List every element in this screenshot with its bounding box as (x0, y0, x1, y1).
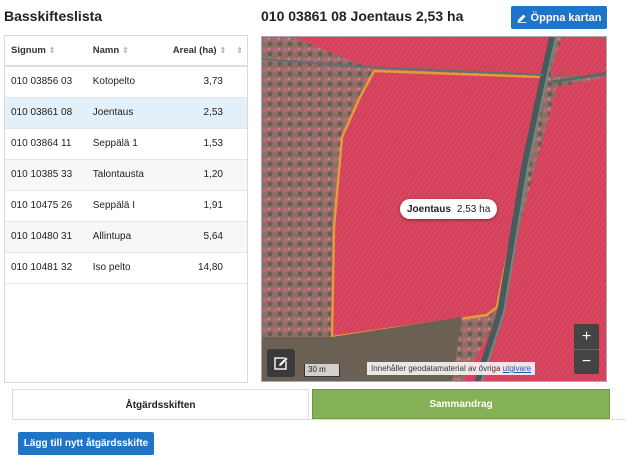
cell-name: Talontausta (86, 159, 158, 191)
cell-area: 1,53 (157, 128, 247, 160)
cell-name: Kotopelto (86, 66, 158, 98)
tab-bar: Åtgärdsskiften Sammandrag (12, 389, 610, 420)
parcel-tooltip: Joentaus 2,53 ha (400, 199, 498, 219)
cell-signum: 010 10475 26 (5, 190, 87, 222)
table-row[interactable]: 010 10481 32 Iso pelto 14,80 (5, 252, 247, 284)
tooltip-area: 2,53 ha (456, 203, 491, 215)
column-header-area[interactable]: Areal (ha) ⇕ ⇕ (157, 36, 247, 67)
column-header-signum[interactable]: Signum ⇕ (5, 36, 87, 67)
table-row[interactable]: 010 03864 11 Seppälä 1 1,53 (5, 128, 247, 160)
cell-area: 5,64 (157, 221, 247, 253)
cell-signum: 010 03864 11 (5, 128, 87, 160)
cell-signum: 010 03861 08 (5, 97, 87, 129)
sort-icon: ⇕ (122, 46, 129, 55)
add-action-parcel-button[interactable]: Lägg till nytt åtgärdsskifte (18, 432, 154, 455)
sort-icon: ⇕ (236, 46, 243, 55)
tooltip-name: Joentaus (407, 203, 451, 215)
detail-title: 010 03861 08 Joentaus 2,53 ha (261, 8, 464, 24)
parcel-table: Signum ⇕ Namn ⇕ Areal (ha) ⇕ ⇕ 010 03856 03 K… (4, 35, 248, 383)
edit-icon (274, 356, 289, 370)
cell-area: 2,53 (157, 97, 247, 129)
open-map-button[interactable]: Öppna kartan (511, 6, 607, 29)
table-row[interactable]: 010 10480 31 Allintupa 5,64 (5, 221, 247, 253)
cell-signum: 010 03856 03 (5, 66, 87, 98)
zoom-in-button[interactable]: + (574, 324, 599, 349)
table-row[interactable]: 010 03856 03 Kotopelto 3,73 (5, 66, 247, 98)
cell-area: 1,91 (157, 190, 247, 222)
column-header-name[interactable]: Namn ⇕ (86, 36, 158, 67)
table-row[interactable]: 010 10385 33 Talontausta 1,20 (5, 159, 247, 191)
cell-name: Iso pelto (86, 252, 158, 284)
tab-summary[interactable]: Sammandrag (312, 389, 610, 419)
scale-bar: 30 m (304, 364, 340, 377)
cell-name: Seppälä 1 (86, 128, 158, 160)
edit-icon (517, 14, 527, 23)
tab-actions[interactable]: Åtgärdsskiften (12, 389, 309, 420)
zoom-control: + − (574, 324, 599, 374)
list-title: Basskifteslista (4, 8, 103, 24)
cell-name: Seppälä I (86, 190, 158, 222)
cell-signum: 010 10481 32 (5, 252, 87, 284)
open-map-label: Öppna kartan (530, 11, 602, 24)
draw-edit-button[interactable] (267, 349, 295, 377)
cell-area: 14,80 (157, 252, 247, 284)
cell-area: 1,20 (157, 159, 247, 191)
table-row[interactable]: 010 03861 08 Joentaus 2,53 (5, 97, 247, 129)
zoom-out-button[interactable]: − (574, 349, 599, 374)
cell-name: Allintupa (86, 221, 158, 253)
cell-name: Joentaus (86, 97, 158, 129)
table-row[interactable]: 010 10475 26 Seppälä I 1,91 (5, 190, 247, 222)
cell-signum: 010 10480 31 (5, 221, 87, 253)
map-attribution: Innehåller geodatamaterial av övriga utg… (367, 362, 536, 375)
sort-icon: ⇕ (219, 46, 227, 55)
attribution-link[interactable]: utgivare (503, 364, 531, 373)
sort-icon: ⇕ (48, 46, 56, 55)
map-view[interactable]: Joentaus 2,53 ha + − 30 m Innehåller geo… (261, 36, 607, 382)
cell-signum: 010 10385 33 (5, 159, 87, 191)
cell-area: 3,73 (157, 66, 247, 98)
